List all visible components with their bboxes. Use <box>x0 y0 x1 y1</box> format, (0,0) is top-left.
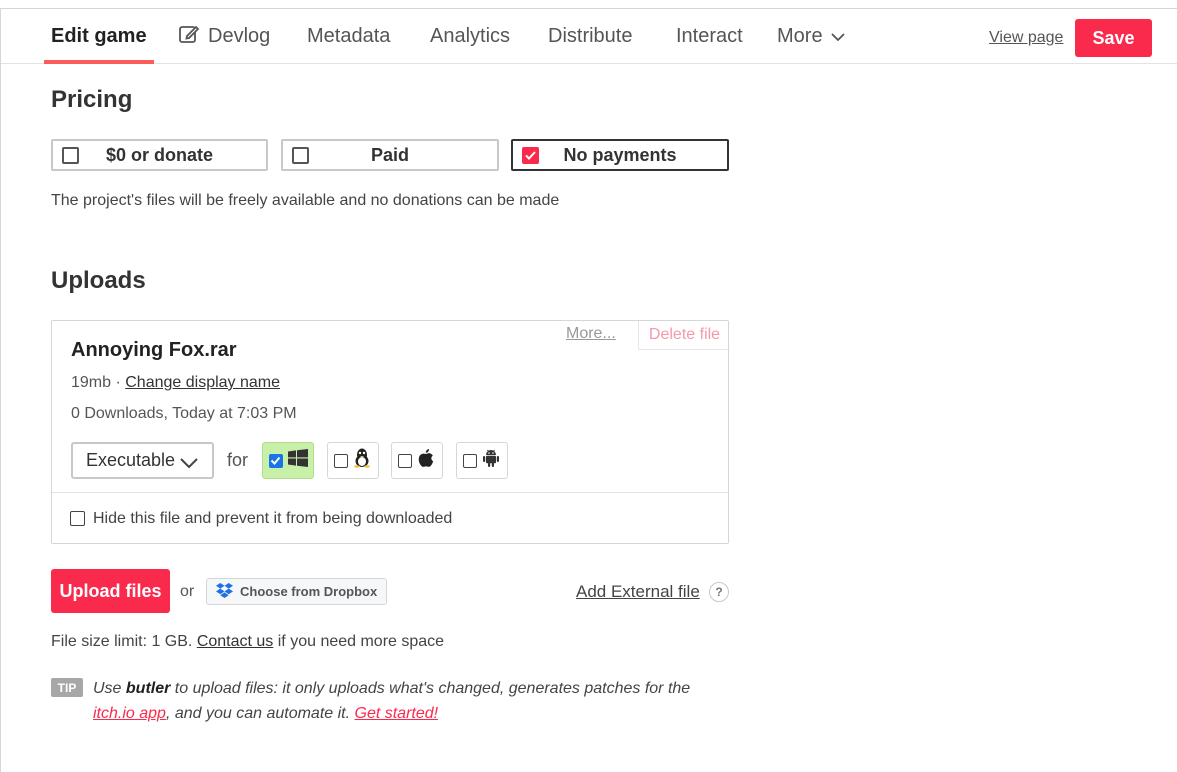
contact-us-link[interactable]: Contact us <box>197 633 273 650</box>
add-external-file-link[interactable]: Add External file <box>576 582 700 602</box>
pricing-option-donate[interactable]: $0 or donate <box>51 139 268 171</box>
platform-android-toggle[interactable] <box>456 442 508 479</box>
tab-metadata[interactable]: Metadata <box>307 9 390 64</box>
tip-text-part: Use <box>93 680 126 697</box>
chevron-down-icon <box>830 25 845 48</box>
pricing-option-paid[interactable]: Paid <box>281 139 499 171</box>
android-icon <box>482 448 500 473</box>
upload-files-button[interactable]: Upload files <box>51 569 170 613</box>
itch-app-link[interactable]: itch.io app <box>93 705 166 722</box>
checkbox[interactable] <box>292 147 309 164</box>
help-icon[interactable]: ? <box>709 582 729 602</box>
hide-file-label: Hide this file and prevent it from being… <box>93 509 453 527</box>
file-more-link[interactable]: More... <box>566 325 616 343</box>
pricing-option-no-payments[interactable]: No payments <box>511 139 729 171</box>
tab-devlog[interactable]: Devlog <box>179 9 270 64</box>
limit-suffix-text: if you need more space <box>277 633 445 650</box>
checkmark-icon <box>525 151 536 160</box>
checkbox[interactable] <box>398 453 412 468</box>
tab-distribute[interactable]: Distribute <box>548 9 632 64</box>
save-button[interactable]: Save <box>1075 19 1152 57</box>
chevron-down-icon <box>180 453 198 474</box>
checkmark-icon <box>270 456 281 465</box>
delete-file-button[interactable]: Delete file <box>638 321 730 350</box>
checkbox[interactable] <box>70 511 85 526</box>
upload-file-card: More... Delete file Annoying Fox.rar 19m… <box>51 320 730 544</box>
platform-mac-toggle[interactable] <box>391 442 443 479</box>
tip-text-part: , and you can automate it. <box>165 705 355 722</box>
pricing-description: The project's files will be freely avail… <box>51 192 560 209</box>
platform-windows-toggle[interactable] <box>262 442 314 479</box>
separator: · <box>111 374 126 391</box>
for-label: for <box>227 450 249 470</box>
linux-icon <box>353 448 371 473</box>
file-size-line: 19mb · Change display name <box>71 374 280 392</box>
file-name: Annoying Fox.rar <box>71 339 237 361</box>
file-downloads: 0 Downloads, Today at 7:03 PM <box>71 405 297 422</box>
platform-linux-toggle[interactable] <box>327 442 379 479</box>
file-type-select[interactable]: Executable <box>71 442 214 479</box>
apple-icon <box>417 448 435 473</box>
pricing-option-label: $0 or donate <box>105 144 214 165</box>
tab-edit-game[interactable]: Edit game <box>44 9 154 64</box>
tip-text-part: to upload files: it only uploads what's … <box>170 680 691 697</box>
checkbox[interactable] <box>334 453 348 468</box>
uploads-heading: Uploads <box>51 267 146 294</box>
checkbox-checked[interactable] <box>269 453 283 468</box>
file-size: 19mb <box>71 374 112 391</box>
tip-text: Use butler to upload files: it only uplo… <box>93 676 733 726</box>
dropbox-label: Choose from Dropbox <box>240 584 378 599</box>
edit-icon <box>179 24 200 50</box>
pricing-option-label: No payments <box>563 144 677 165</box>
pricing-option-label: Paid <box>370 144 409 165</box>
tab-interact[interactable]: Interact <box>676 9 743 64</box>
top-nav: Edit game Devlog Metadata Analytics Dist… <box>1 9 1177 64</box>
windows-icon <box>288 449 308 472</box>
choose-from-dropbox-button[interactable]: Choose from Dropbox <box>206 578 387 605</box>
or-label: or <box>180 583 195 600</box>
checkbox[interactable] <box>62 147 79 164</box>
view-page-link[interactable]: View page <box>989 29 1063 47</box>
tab-analytics[interactable]: Analytics <box>430 9 510 64</box>
dropbox-icon <box>216 582 233 601</box>
hide-file-option[interactable]: Hide this file and prevent it from being… <box>52 492 728 544</box>
change-display-name-link[interactable]: Change display name <box>125 374 280 391</box>
checkbox[interactable] <box>463 453 477 468</box>
tab-more[interactable]: More <box>777 9 845 64</box>
pricing-heading: Pricing <box>51 86 133 113</box>
checkbox-checked[interactable] <box>522 147 539 164</box>
file-type-value: Executable <box>86 450 176 470</box>
tip-badge: TIP <box>51 678 83 697</box>
butler-term: butler <box>125 680 171 697</box>
file-size-limit: File size limit: 1 GB. Contact us if you… <box>51 633 444 651</box>
get-started-link[interactable]: Get started! <box>355 705 439 722</box>
limit-text: File size limit: 1 GB. <box>51 633 193 650</box>
